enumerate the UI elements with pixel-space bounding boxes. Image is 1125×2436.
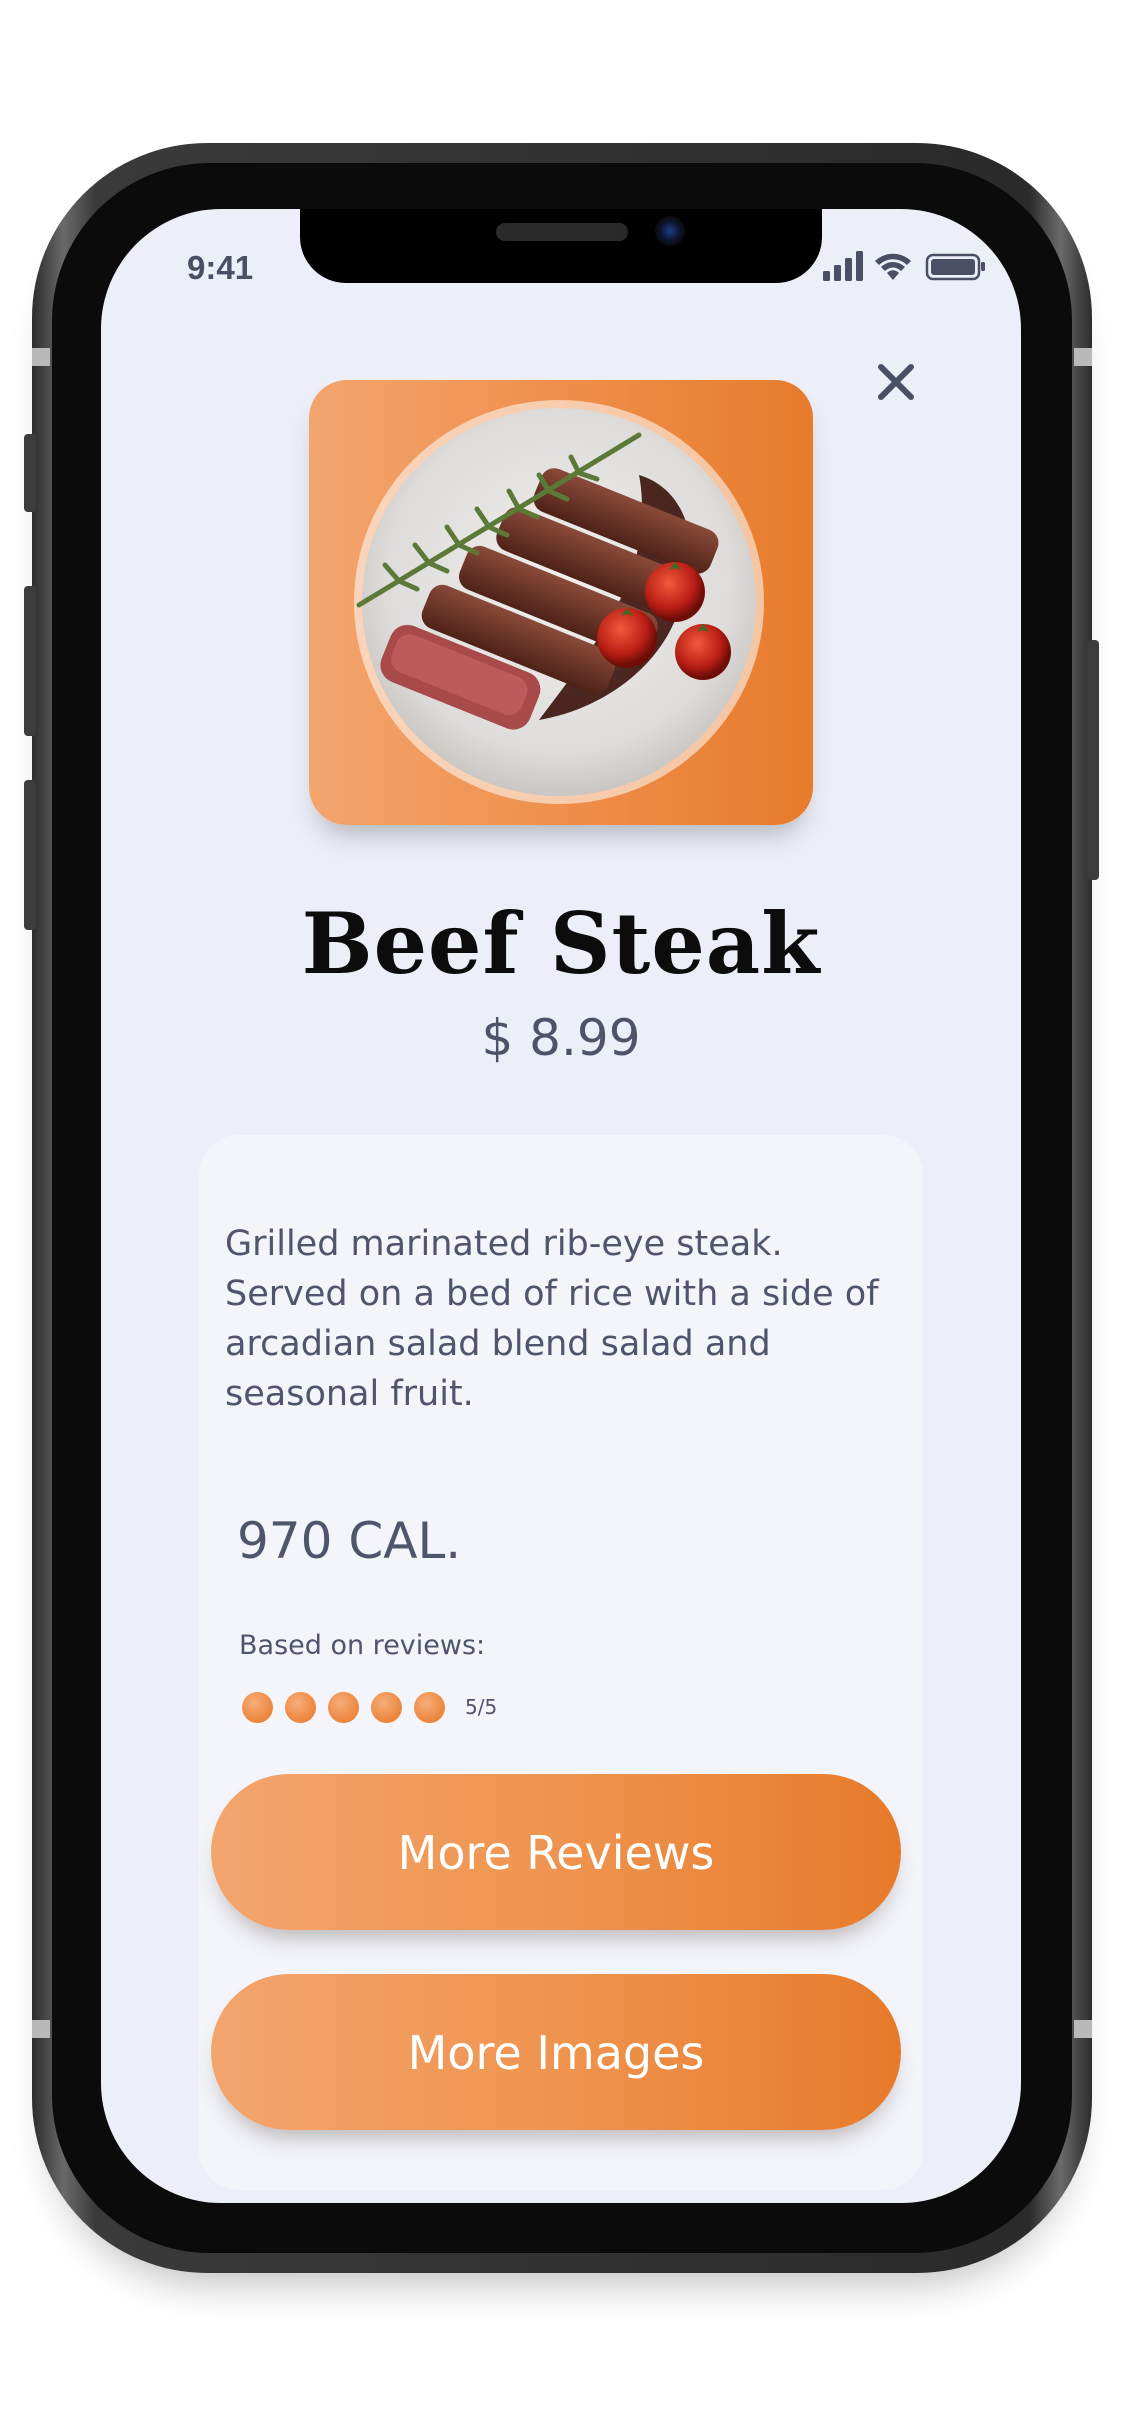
status-time: 9:41 [187,249,254,286]
frame-antenna-band [32,2020,50,2038]
volume-up-button [24,586,36,736]
reviews-caption: Based on reviews: [239,1630,486,1661]
rating-dot [328,1691,359,1723]
app-screen: 9:41 Beef Steak $ 8.99 Grilled marinated… [101,209,1021,2203]
wifi-icon [875,253,911,280]
frame-antenna-band [1074,2020,1092,2038]
calories-label: 970 CAL. [237,1512,462,1570]
more-images-button[interactable]: More Images [211,1974,901,2130]
more-reviews-button[interactable]: More Reviews [211,1774,901,1930]
close-button[interactable] [871,357,921,407]
details-card: Grilled marinated rib-eye steak. Served … [199,1135,923,2190]
close-icon [878,364,914,400]
front-camera [655,216,685,246]
frame-antenna-band [32,348,50,366]
frame-antenna-band [1074,348,1092,366]
rating-score: 5/5 [465,1695,498,1719]
rating-dot [285,1691,316,1723]
mute-switch [24,434,36,512]
rating-dot [414,1691,445,1723]
rating-dot [371,1691,402,1723]
status-icons [823,249,985,283]
steak-plate-image [354,400,764,804]
speaker-grille [496,223,628,241]
battery-icon [925,253,985,281]
rating-dot [242,1691,273,1723]
product-image [309,380,813,825]
cellular-signal-icon [823,251,863,281]
notch [300,209,822,283]
product-title: Beef Steak [301,894,821,993]
product-price: $ 8.99 [481,1009,641,1067]
rating-dots: 5/5 [242,1690,497,1724]
power-button [1087,640,1099,880]
product-description: Grilled marinated rib-eye steak. Served … [225,1224,879,1414]
volume-down-button [24,780,36,930]
